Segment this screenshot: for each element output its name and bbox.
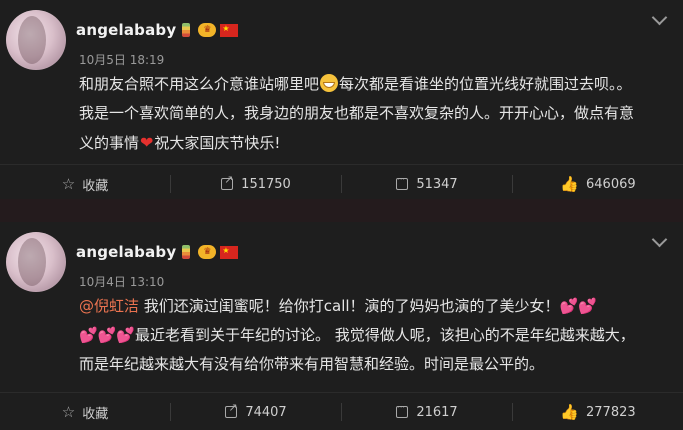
author-row: angelababy ♛ ★ [76, 20, 239, 40]
like-count: 646069 [586, 176, 636, 192]
share-count: 74407 [245, 404, 287, 420]
post-text-part: 我们还演过闺蜜呢！给你打call！演的了妈妈也演的了美少女！ [139, 297, 560, 315]
share-button[interactable]: 74407 [171, 394, 341, 430]
favorite-label: 收藏 [82, 178, 109, 194]
comment-count: 51347 [416, 176, 458, 192]
chevron-down-icon[interactable] [651, 9, 668, 26]
action-bar: ☆ 收藏 74407 21617 👍 277823 [0, 394, 683, 430]
like-button[interactable]: 👍 277823 [513, 394, 683, 430]
weibo-post: angelababy ♛ ★ 10月4日 13:10 @倪虹洁 我们还演过闺蜜呢… [0, 222, 683, 427]
china-flag-icon[interactable]: ★ [220, 245, 239, 259]
weibo-post: angelababy ♛ ★ 10月5日 18:19 和朋友合照不用这么介意谁站… [0, 0, 683, 199]
share-icon [225, 401, 238, 418]
china-flag-icon[interactable]: ★ [220, 23, 239, 37]
comment-icon [396, 175, 409, 190]
share-button[interactable]: 151750 [171, 166, 341, 202]
thumbs-up-icon: 👍 [560, 403, 580, 421]
post-text-part: 祝大家国庆节快乐! [154, 134, 281, 152]
post-content: 和朋友合照不用这么介意谁站哪里吧 每次都是看谁坐的位置光线好就围过去呗。。我是一个… [79, 70, 639, 158]
like-count: 277823 [586, 404, 636, 420]
post-separator [0, 199, 683, 222]
thumbs-up-icon: 👍 [560, 175, 580, 193]
post-text-part: 最近老看到关于年纪的讨论。 我觉得做人呢，该担心的不是年纪越来越大，而是年纪越来… [79, 326, 635, 373]
mention-link[interactable]: @倪虹洁 [79, 297, 139, 315]
avatar[interactable] [6, 232, 66, 292]
post-text-part: 和朋友合照不用这么介意谁站哪里吧 [79, 75, 320, 93]
hearts-emoji-icon: 💕💕 [559, 297, 597, 315]
comment-icon [396, 403, 409, 418]
share-icon [221, 173, 233, 190]
chevron-down-icon[interactable] [651, 231, 668, 248]
comment-button[interactable]: 51347 [342, 166, 512, 202]
vip-crown-icon[interactable]: ♛ [198, 23, 217, 37]
username[interactable]: angelababy [76, 21, 176, 39]
post-time[interactable]: 10月5日 18:19 [79, 51, 164, 68]
star-icon: ☆ [61, 175, 76, 193]
avatar[interactable] [6, 10, 66, 70]
favorite-button[interactable]: ☆ 收藏 [0, 166, 170, 202]
divider [0, 392, 683, 393]
divider [0, 164, 683, 165]
hearts-emoji-icon: 💕💕💕 [79, 326, 136, 344]
heart-emoji-icon: ❤ [140, 133, 154, 152]
like-button[interactable]: 👍 646069 [513, 166, 683, 202]
post-content: @倪虹洁 我们还演过闺蜜呢！给你打call！演的了妈妈也演的了美少女！💕💕 💕💕💕… [79, 292, 639, 379]
post-time[interactable]: 10月4日 13:10 [79, 273, 164, 290]
action-bar: ☆ 收藏 151750 51347 👍 646069 [0, 166, 683, 202]
favorite-label: 收藏 [82, 406, 109, 422]
vip-crown-icon[interactable]: ♛ [198, 245, 217, 259]
share-count: 151750 [241, 176, 291, 192]
favorite-button[interactable]: ☆ 收藏 [0, 394, 170, 430]
level-badge-icon[interactable] [182, 23, 191, 37]
grin-emoji-icon [320, 74, 339, 92]
comment-count: 21617 [416, 404, 458, 420]
author-row: angelababy ♛ ★ [76, 242, 239, 262]
star-icon: ☆ [61, 403, 76, 421]
level-badge-icon[interactable] [182, 245, 191, 259]
comment-button[interactable]: 21617 [342, 394, 512, 430]
username[interactable]: angelababy [76, 243, 176, 261]
